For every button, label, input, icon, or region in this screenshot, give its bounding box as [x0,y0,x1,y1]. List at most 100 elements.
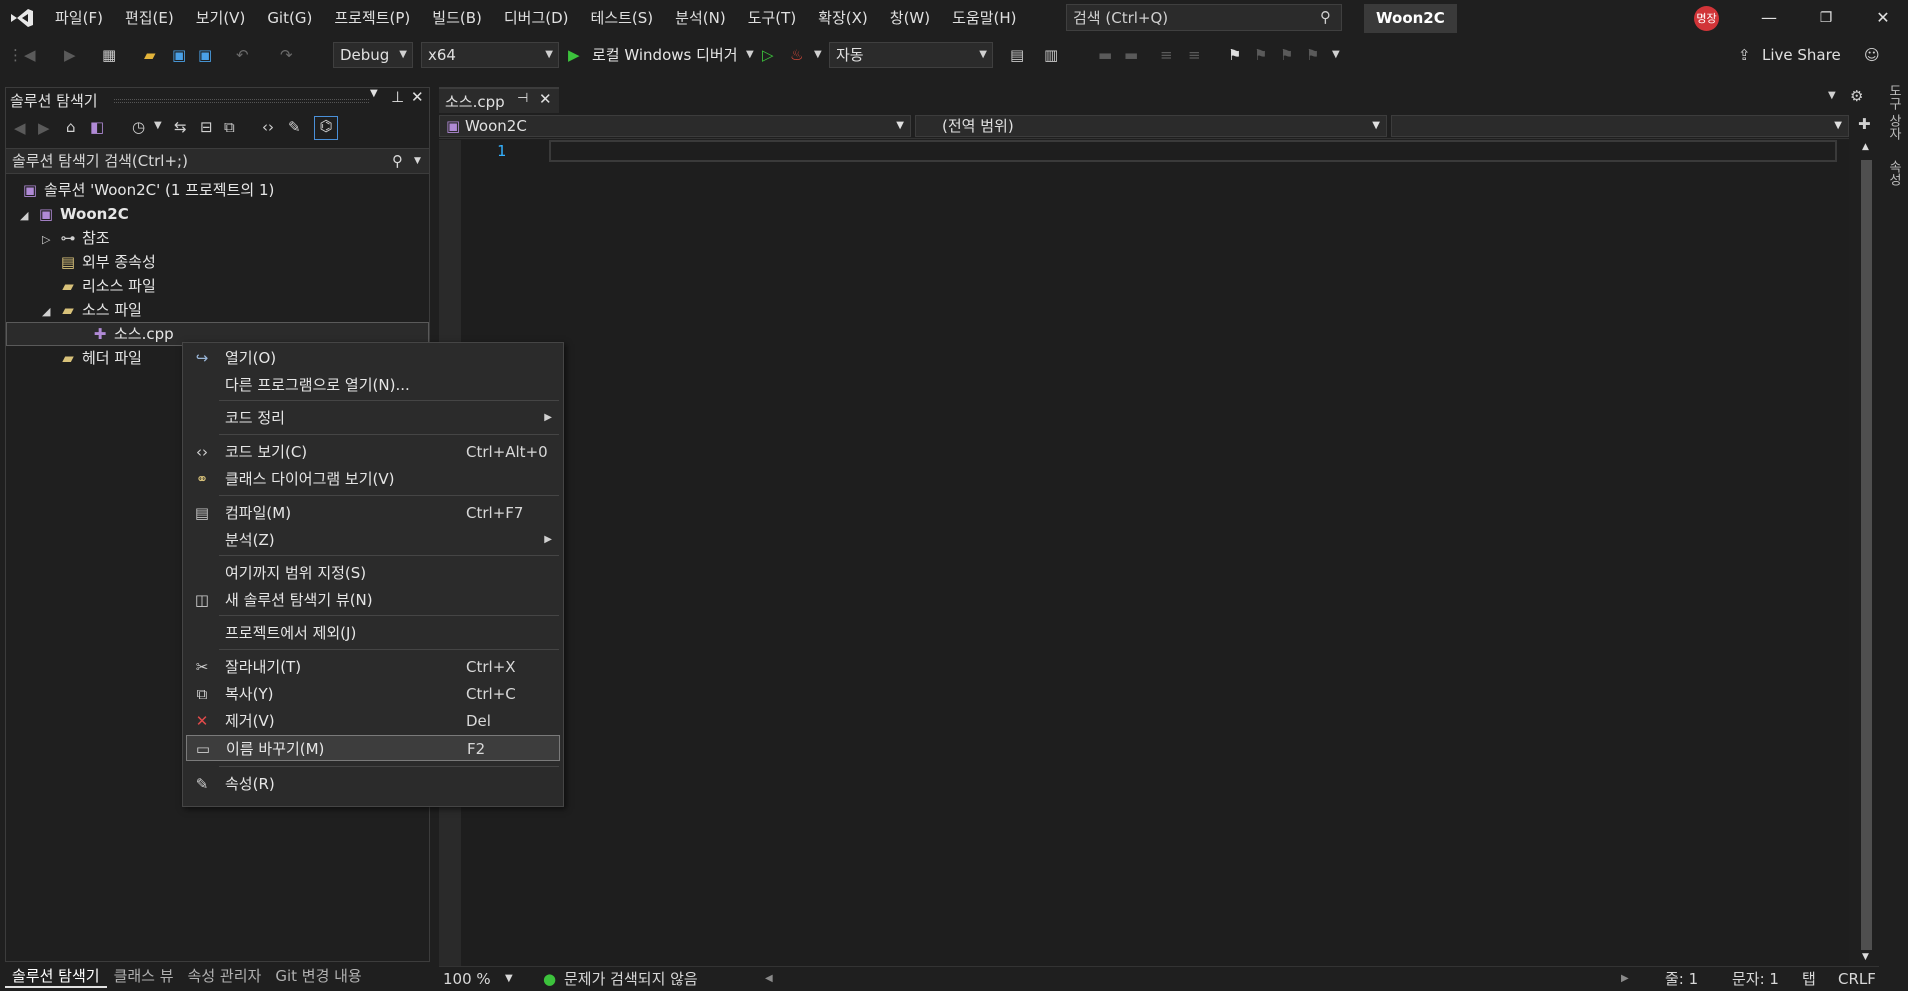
prev-bookmark-icon[interactable]: ⚑ [1254,44,1267,66]
layout-icon[interactable]: ▥ [1044,44,1058,66]
debugger-label[interactable]: 로컬 Windows 디버거 [592,44,738,66]
expanded-icon[interactable]: ◢ [20,204,36,228]
tree-header-files[interactable]: ▰ 헤더 파일 [58,346,142,370]
auto-select[interactable]: 자동 ▼ [829,42,993,68]
save-all-icon[interactable]: ▣ [198,44,212,66]
menu-item-cut[interactable]: ✂ 잘라내기(T) Ctrl+X [186,654,560,680]
minimize-icon[interactable]: — [1746,0,1792,36]
tab-toolbox[interactable]: 도구 상자 [1884,84,1903,154]
pin-icon[interactable]: ⊥ [391,88,404,106]
live-share-button[interactable]: Live Share [1762,44,1841,66]
forward-icon[interactable]: ▶ [64,44,76,66]
menu-item-class-diagram[interactable]: ⚭ 클래스 다이어그램 보기(V) [186,466,560,492]
pin-tab-icon[interactable]: ⊣ [517,91,528,106]
tree-source-cpp[interactable]: ✚ 소스.cpp [90,322,174,346]
code-editor[interactable]: 1 [439,140,1849,966]
tree-external-dependencies[interactable]: ▤ 외부 종속성 [58,250,156,274]
debugger-dropdown-icon[interactable]: ▼ [746,44,754,66]
menu-item-open[interactable]: ↪ 열기(O) [186,345,560,371]
visual-studio-logo-icon[interactable] [0,0,44,36]
menu-build[interactable]: 빌드(B) [421,0,493,36]
project-dropdown[interactable]: ▣ Woon2C ▼ [439,115,911,137]
scroll-left-icon[interactable]: ◀ [765,967,773,991]
bookmark-icon[interactable]: ⚑ [1228,44,1241,66]
next-bookmark-icon[interactable]: ⚑ [1280,44,1293,66]
menu-item-exclude[interactable]: 프로젝트에서 제외(J) [186,620,560,646]
split-editor-icon[interactable]: ✚ [1858,115,1871,133]
switch-views-icon[interactable]: ◧ [90,118,104,136]
browse-icon[interactable]: ▤ [1010,44,1024,66]
back-icon[interactable]: ◀ [24,44,36,66]
preview-selected-icon[interactable]: ⌬ [314,116,338,140]
hot-reload-icon[interactable]: ♨ [790,44,803,66]
properties-icon[interactable]: ✎ [288,118,301,136]
close-panel-icon[interactable]: ✕ [411,88,424,106]
menu-project[interactable]: 프로젝트(P) [323,0,421,36]
menu-item-code-cleanup[interactable]: 코드 정리 ▶ [186,405,560,431]
tab-solution-explorer[interactable]: 솔루션 탐색기 [5,964,107,988]
menu-view[interactable]: 보기(V) [185,0,257,36]
close-tab-icon[interactable]: ✕ [539,90,552,108]
platform-select[interactable]: x64 ▼ [421,42,559,68]
indent-icon[interactable]: ≡ [1160,44,1173,66]
solution-explorer-search[interactable]: 솔루션 탐색기 검색(Ctrl+;) ⚲ ▼ [6,148,429,174]
collapse-all-icon[interactable]: ⊟ [200,118,213,136]
back-icon[interactable]: ◀ [14,119,26,137]
char-indicator[interactable]: 문자: 1 [1732,967,1779,991]
pending-changes-dropdown-icon[interactable]: ▼ [154,120,162,131]
scroll-up-icon[interactable]: ▲ [1862,142,1869,152]
redo-icon[interactable]: ↷ [280,44,293,66]
tree-solution[interactable]: ▣ 솔루션 'Woon2C' (1 프로젝트의 1) [20,178,274,202]
tree-resource-files[interactable]: ▰ 리소스 파일 [58,274,156,298]
view-code-icon[interactable]: ‹› [262,118,274,136]
open-folder-icon[interactable]: ▰ [144,44,156,66]
menu-debug[interactable]: 디버그(D) [493,0,580,36]
feedback-icon[interactable]: ☺ [1864,44,1880,66]
menu-edit[interactable]: 편집(E) [114,0,185,36]
menu-item-new-explorer-view[interactable]: ◫ 새 솔루션 탐색기 뷰(N) [186,587,560,613]
scope-dropdown[interactable]: (전역 범위) ▼ [915,115,1387,137]
tree-project[interactable]: ◢ ▣ Woon2C [20,202,129,226]
menu-item-compile[interactable]: ▤ 컴파일(M) Ctrl+F7 [186,500,560,526]
menu-extensions[interactable]: 확장(X) [807,0,879,36]
tab-property-manager[interactable]: 속성 관리자 [181,964,269,988]
home-icon[interactable]: ⌂ [66,118,76,136]
sync-icon[interactable]: ⇆ [174,118,187,136]
save-icon[interactable]: ▣ [172,44,186,66]
panel-menu-icon[interactable]: ▼ [370,88,378,99]
start-without-debugging-icon[interactable]: ▷ [762,44,774,66]
zoom-dropdown-icon[interactable]: ▼ [505,967,513,991]
member-dropdown[interactable]: ▼ [1391,115,1849,137]
search-options-icon[interactable]: ▼ [414,149,421,173]
clear-bookmarks-icon[interactable]: ⚑ [1306,44,1319,66]
menu-file[interactable]: 파일(F) [44,0,114,36]
scroll-down-icon[interactable]: ▼ [1862,952,1869,962]
menu-item-scope-to-this[interactable]: 여기까지 범위 지정(S) [186,560,560,586]
pending-changes-icon[interactable]: ◷ [132,118,145,136]
indent-mode[interactable]: 탭 [1802,967,1816,991]
expanded-icon[interactable]: ◢ [42,300,58,324]
menu-help[interactable]: 도움말(H) [941,0,1027,36]
menu-item-rename[interactable]: ▭ 이름 바꾸기(M) F2 [186,735,560,761]
menu-item-view-code[interactable]: ‹› 코드 보기(C) Ctrl+Alt+0 [186,439,560,465]
menu-item-remove[interactable]: ✕ 제거(V) Del [186,708,560,734]
avatar[interactable]: 명장 [1694,6,1719,31]
issues-status[interactable]: 문제가 검색되지 않음 [564,967,698,991]
menu-item-open-with[interactable]: 다른 프로그램으로 열기(N)... [186,372,560,398]
new-project-icon[interactable]: ▦ [102,44,116,66]
undo-icon[interactable]: ↶ [236,44,249,66]
menu-tools[interactable]: 도구(T) [737,0,807,36]
line-indicator[interactable]: 줄: 1 [1665,967,1698,991]
line-ending[interactable]: CRLF [1838,967,1876,991]
forward-icon[interactable]: ▶ [38,119,50,137]
menu-window[interactable]: 창(W) [879,0,941,36]
tab-list-icon[interactable]: ▼ [1828,90,1836,101]
menu-git[interactable]: Git(G) [256,0,323,36]
tab-git-changes[interactable]: Git 변경 내용 [268,964,368,988]
scroll-right-icon[interactable]: ▶ [1621,967,1629,991]
collapsed-icon[interactable]: ▷ [42,228,58,252]
menu-item-copy[interactable]: ⧉ 복사(Y) Ctrl+C [186,681,560,707]
zoom-level[interactable]: 100 % [443,967,491,991]
tree-references[interactable]: ▷ ⊶ 참조 [42,226,110,250]
document-tab[interactable]: 소스.cpp ⊣ ✕ [439,87,559,113]
